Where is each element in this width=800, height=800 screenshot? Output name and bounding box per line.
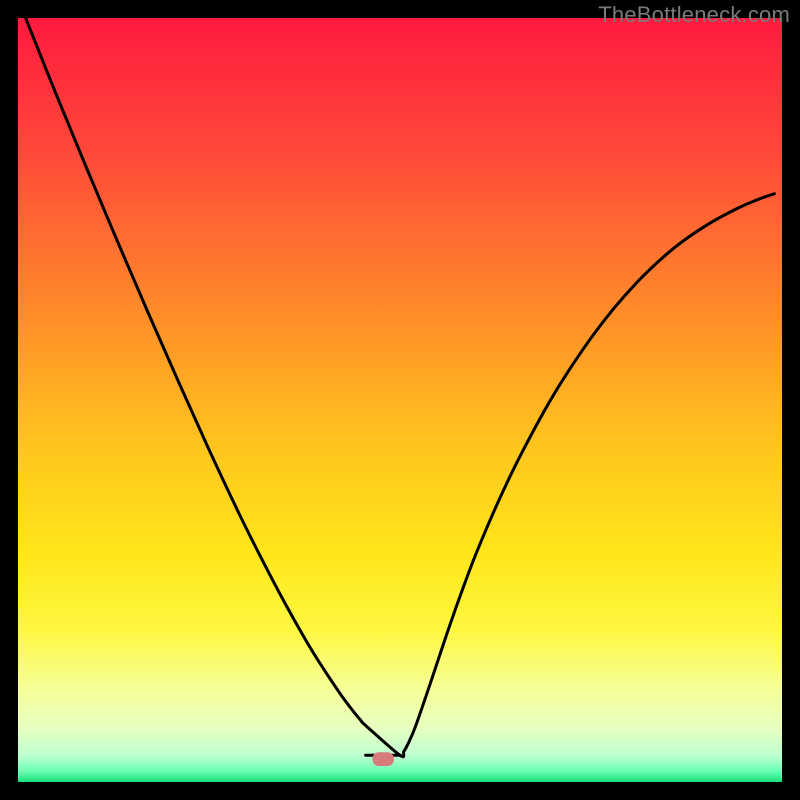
watermark-text: TheBottleneck.com: [598, 2, 790, 28]
bottleneck-chart: [18, 18, 782, 782]
bottleneck-marker: [372, 752, 393, 766]
gradient-background: [18, 18, 782, 782]
